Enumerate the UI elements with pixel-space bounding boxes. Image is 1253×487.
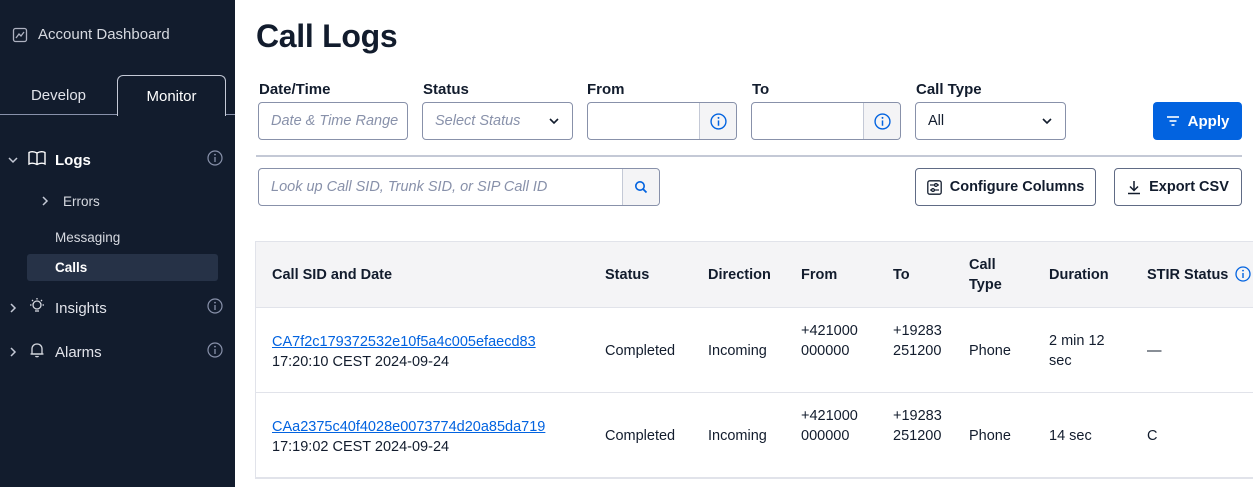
stir-status-label: STIR Status — [1147, 267, 1229, 283]
status-cell: Completed — [605, 343, 676, 359]
sidebar-item-insights[interactable]: Insights — [0, 298, 235, 318]
status-cell: Completed — [605, 428, 676, 444]
status-label: Status — [423, 81, 469, 98]
chevron-down-icon — [548, 115, 560, 131]
header-call-sid-date: Call SID and Date — [272, 267, 393, 283]
chevron-right-icon — [8, 344, 18, 361]
chevron-right-icon — [8, 300, 18, 317]
call-sid-date-cell: CAa2375c40f4028e0073774d20a85da719 17:19… — [272, 417, 545, 457]
info-icon[interactable] — [699, 103, 736, 139]
download-icon — [1128, 180, 1141, 194]
table-header: Call SID and Date Status Direction From … — [256, 242, 1253, 308]
direction-cell: Incoming — [708, 343, 767, 359]
tab-monitor[interactable]: Monitor — [117, 75, 226, 116]
to-input[interactable] — [751, 102, 901, 140]
chart-line-icon — [12, 27, 28, 42]
table-row[interactable]: CAa2375c40f4028e0073774d20a85da719 17:19… — [256, 393, 1253, 478]
call-date: 17:20:10 CEST 2024-09-24 — [272, 354, 450, 370]
to-cell: +19283251200 — [893, 323, 942, 359]
call-type-value: All — [928, 113, 945, 129]
sidebar-tabs: Develop Monitor — [0, 75, 235, 116]
header-duration: Duration — [1049, 267, 1109, 283]
call-logs-table: Call SID and Date Status Direction From … — [255, 241, 1253, 479]
search-icon — [635, 181, 648, 194]
header-from: From — [801, 267, 838, 283]
account-dashboard-label: Account Dashboard — [38, 26, 170, 43]
sidebar: Account Dashboard Develop Monitor Logs E… — [0, 0, 235, 487]
search-button[interactable] — [622, 169, 659, 205]
call-date: 17:19:02 CEST 2024-09-24 — [272, 439, 450, 455]
main-content: Call Logs Date/Time Date & Time Range St… — [235, 0, 1253, 487]
status-placeholder: Select Status — [435, 113, 521, 129]
datetime-label: Date/Time — [259, 81, 331, 98]
info-icon[interactable] — [207, 342, 223, 362]
info-icon[interactable] — [207, 150, 223, 170]
account-dashboard-link[interactable]: Account Dashboard — [12, 26, 170, 43]
sidebar-item-errors[interactable]: Errors — [40, 192, 100, 210]
sidebar-item-alarms[interactable]: Alarms — [0, 342, 235, 362]
configure-columns-button[interactable]: Configure Columns — [915, 168, 1096, 206]
from-input[interactable] — [587, 102, 737, 140]
lightbulb-icon — [28, 297, 46, 319]
datetime-range-input[interactable]: Date & Time Range — [258, 102, 408, 140]
call-sid-date-cell: CA7f2c179372532e10f5a4c005efaecd83 17:20… — [272, 332, 536, 372]
tab-develop[interactable]: Develop — [0, 75, 117, 115]
from-label: From — [587, 81, 625, 98]
header-stir-status: STIR Status — [1147, 265, 1252, 285]
direction-cell: Incoming — [708, 428, 767, 444]
sidebar-item-messaging[interactable]: Messaging — [55, 228, 120, 246]
sidebar-item-logs[interactable]: Logs — [0, 150, 235, 170]
duration-cell: 14 sec — [1049, 428, 1092, 444]
call-sid-link[interactable]: CA7f2c179372532e10f5a4c005efaecd83 — [272, 334, 536, 350]
page-title: Call Logs — [256, 18, 398, 54]
search-placeholder: Look up Call SID, Trunk SID, or SIP Call… — [271, 179, 548, 195]
apply-button[interactable]: Apply — [1153, 102, 1242, 140]
from-cell: +421000000000 — [801, 323, 858, 359]
stir-status-cell: — — [1147, 343, 1162, 359]
sidebar-item-label: Messaging — [55, 229, 121, 245]
sidebar-item-label: Insights — [55, 299, 107, 317]
configure-columns-label: Configure Columns — [949, 179, 1085, 195]
to-cell: +19283251200 — [893, 408, 942, 444]
sidebar-item-label: Calls — [55, 260, 88, 275]
stir-status-cell: C — [1147, 428, 1158, 444]
call-type-label: Call Type — [916, 81, 982, 98]
info-icon[interactable] — [863, 103, 900, 139]
sliders-icon — [926, 179, 942, 195]
from-cell: +421000000000 — [801, 408, 858, 444]
table-row[interactable]: CA7f2c179372532e10f5a4c005efaecd83 17:20… — [256, 308, 1253, 393]
to-label: To — [752, 81, 770, 98]
header-to: To — [893, 267, 910, 283]
info-icon[interactable] — [207, 298, 223, 318]
call-sid-link[interactable]: CAa2375c40f4028e0073774d20a85da719 — [272, 419, 545, 435]
status-select[interactable]: Select Status — [422, 102, 573, 140]
chevron-right-icon — [42, 196, 49, 206]
divider — [256, 155, 1242, 157]
call-type-cell: Phone — [969, 343, 1011, 359]
header-status: Status — [605, 267, 650, 283]
call-type-cell: Phone — [969, 428, 1011, 444]
export-csv-button[interactable]: Export CSV — [1114, 168, 1242, 206]
book-icon — [28, 150, 46, 170]
sidebar-item-label: Errors — [63, 193, 100, 209]
chevron-down-icon — [1041, 115, 1053, 131]
sidebar-item-calls[interactable]: Calls — [27, 254, 218, 281]
apply-label: Apply — [1187, 112, 1230, 130]
filter-icon — [1166, 116, 1179, 126]
bell-icon — [28, 341, 46, 363]
header-direction: Direction — [708, 267, 771, 283]
info-icon[interactable] — [1235, 266, 1252, 282]
duration-cell: 2 min 12 sec — [1049, 333, 1105, 369]
call-type-select[interactable]: All — [915, 102, 1066, 140]
sidebar-item-label: Logs — [55, 151, 91, 169]
header-call-type: Call Type — [969, 257, 1002, 293]
sidebar-item-label: Alarms — [55, 343, 102, 361]
export-csv-label: Export CSV — [1149, 179, 1229, 195]
chevron-down-icon — [8, 152, 18, 169]
datetime-placeholder: Date & Time Range — [271, 113, 399, 129]
search-input[interactable]: Look up Call SID, Trunk SID, or SIP Call… — [258, 168, 660, 206]
